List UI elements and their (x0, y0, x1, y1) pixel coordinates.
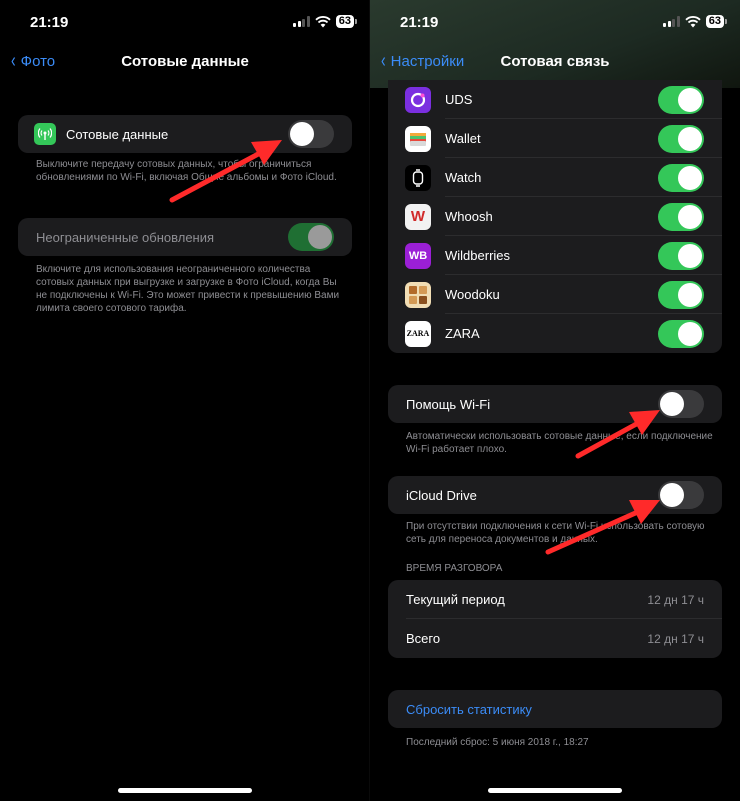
page-title: Сотовая связь (500, 53, 610, 70)
zara-icon: ZARA (405, 320, 431, 347)
right-screen: 21:19 63 ‹ Настройки Сотовая связь UDS Wa… (370, 0, 740, 801)
unlimited-updates-footer: Включите для использования неограниченно… (36, 264, 340, 314)
reset-statistics-button[interactable]: Сбросить статистику (388, 690, 722, 728)
wifi-assist-footer: Автоматически использовать сотовые данны… (406, 431, 713, 455)
cellular-signal-icon (663, 16, 680, 27)
call-time-current-value: 12 дн 17 ч (647, 592, 704, 607)
reset-group: Сбросить статистику (388, 690, 722, 728)
app-name: Whoosh (445, 209, 493, 224)
apps-list: UDS Wallet Watch W Whoosh WB Wildberries… (388, 80, 722, 353)
app-name: Wildberries (445, 248, 511, 263)
wifi-assist-toggle[interactable] (658, 390, 704, 418)
list-item-wildberries[interactable]: WB Wildberries (388, 236, 722, 275)
wallet-icon (405, 125, 431, 152)
left-screen: 21:19 63 ‹ Фото Сотовые данные Сотовые да… (0, 0, 370, 801)
page-title: Сотовые данные (121, 53, 249, 70)
last-reset-text: Последний сброс: 5 июня 2018 г., 18:27 (406, 737, 589, 748)
list-item-watch[interactable]: Watch (388, 158, 722, 197)
icloud-drive-row[interactable]: iCloud Drive (388, 476, 722, 514)
call-time-current-row: Текущий период 12 дн 17 ч (388, 580, 722, 619)
icloud-drive-toggle[interactable] (658, 481, 704, 509)
app-toggle[interactable] (658, 85, 704, 114)
unlimited-updates-row[interactable]: Неограниченные обновления (18, 218, 352, 256)
status-bar: 21:19 63 (0, 12, 370, 34)
list-item-uds[interactable]: UDS (388, 80, 722, 119)
app-toggle[interactable] (658, 163, 704, 192)
antenna-icon (34, 123, 56, 145)
call-time-total-value: 12 дн 17 ч (647, 631, 704, 646)
wifi-icon (685, 15, 701, 27)
icloud-drive-group: iCloud Drive (388, 476, 722, 514)
woodoku-icon (405, 281, 431, 308)
wifi-icon (315, 15, 331, 27)
watch-icon (405, 164, 431, 191)
status-time: 21:19 (30, 14, 69, 31)
app-toggle[interactable] (658, 124, 704, 153)
app-name: ZARA (445, 326, 480, 341)
home-indicator (118, 788, 252, 793)
app-toggle[interactable] (658, 280, 704, 309)
uds-icon (405, 86, 431, 113)
list-item-woodoku[interactable]: Woodoku (388, 275, 722, 314)
wifi-assist-group: Помощь Wi-Fi (388, 385, 722, 423)
nav-bar: ‹ Фото Сотовые данные (0, 48, 370, 78)
unlimited-updates-group: Неограниченные обновления (18, 218, 352, 256)
battery-icon: 63 (335, 15, 358, 28)
reset-statistics-label: Сбросить статистику (406, 701, 532, 717)
whoosh-icon: W (405, 203, 431, 230)
list-item-whoosh[interactable]: W Whoosh (388, 197, 722, 236)
status-bar: 21:19 63 (370, 12, 740, 34)
battery-icon: 63 (705, 15, 728, 28)
cellular-data-group: Сотовые данные (18, 115, 352, 153)
unlimited-updates-toggle[interactable] (288, 223, 334, 251)
app-name: Wallet (445, 131, 481, 146)
app-toggle[interactable] (658, 319, 704, 348)
cellular-signal-icon (293, 16, 310, 27)
wifi-assist-row[interactable]: Помощь Wi-Fi (388, 385, 722, 423)
status-time: 21:19 (400, 14, 439, 31)
cellular-data-footer: Выключите передачу сотовых данных, чтобы… (36, 159, 337, 183)
cellular-data-row[interactable]: Сотовые данные (18, 115, 352, 153)
app-toggle[interactable] (658, 202, 704, 231)
app-name: Woodoku (445, 287, 500, 302)
list-item-zara[interactable]: ZARA ZARA (388, 314, 722, 353)
app-name: Watch (445, 170, 482, 185)
nav-bar: ‹ Настройки Сотовая связь (370, 48, 740, 78)
list-item-wallet[interactable]: Wallet (388, 119, 722, 158)
cellular-data-toggle[interactable] (288, 120, 334, 148)
call-time-header: ВРЕМЯ РАЗГОВОРА (406, 563, 503, 574)
call-time-total-row: Всего 12 дн 17 ч (388, 619, 722, 658)
app-name: UDS (445, 92, 473, 107)
home-indicator (488, 788, 622, 793)
icloud-drive-footer: При отсутствии подключения к сети Wi-Fi … (406, 521, 705, 545)
wildberries-icon: WB (405, 242, 431, 269)
app-toggle[interactable] (658, 241, 704, 270)
call-time-group: Текущий период 12 дн 17 ч Всего 12 дн 17… (388, 580, 722, 658)
